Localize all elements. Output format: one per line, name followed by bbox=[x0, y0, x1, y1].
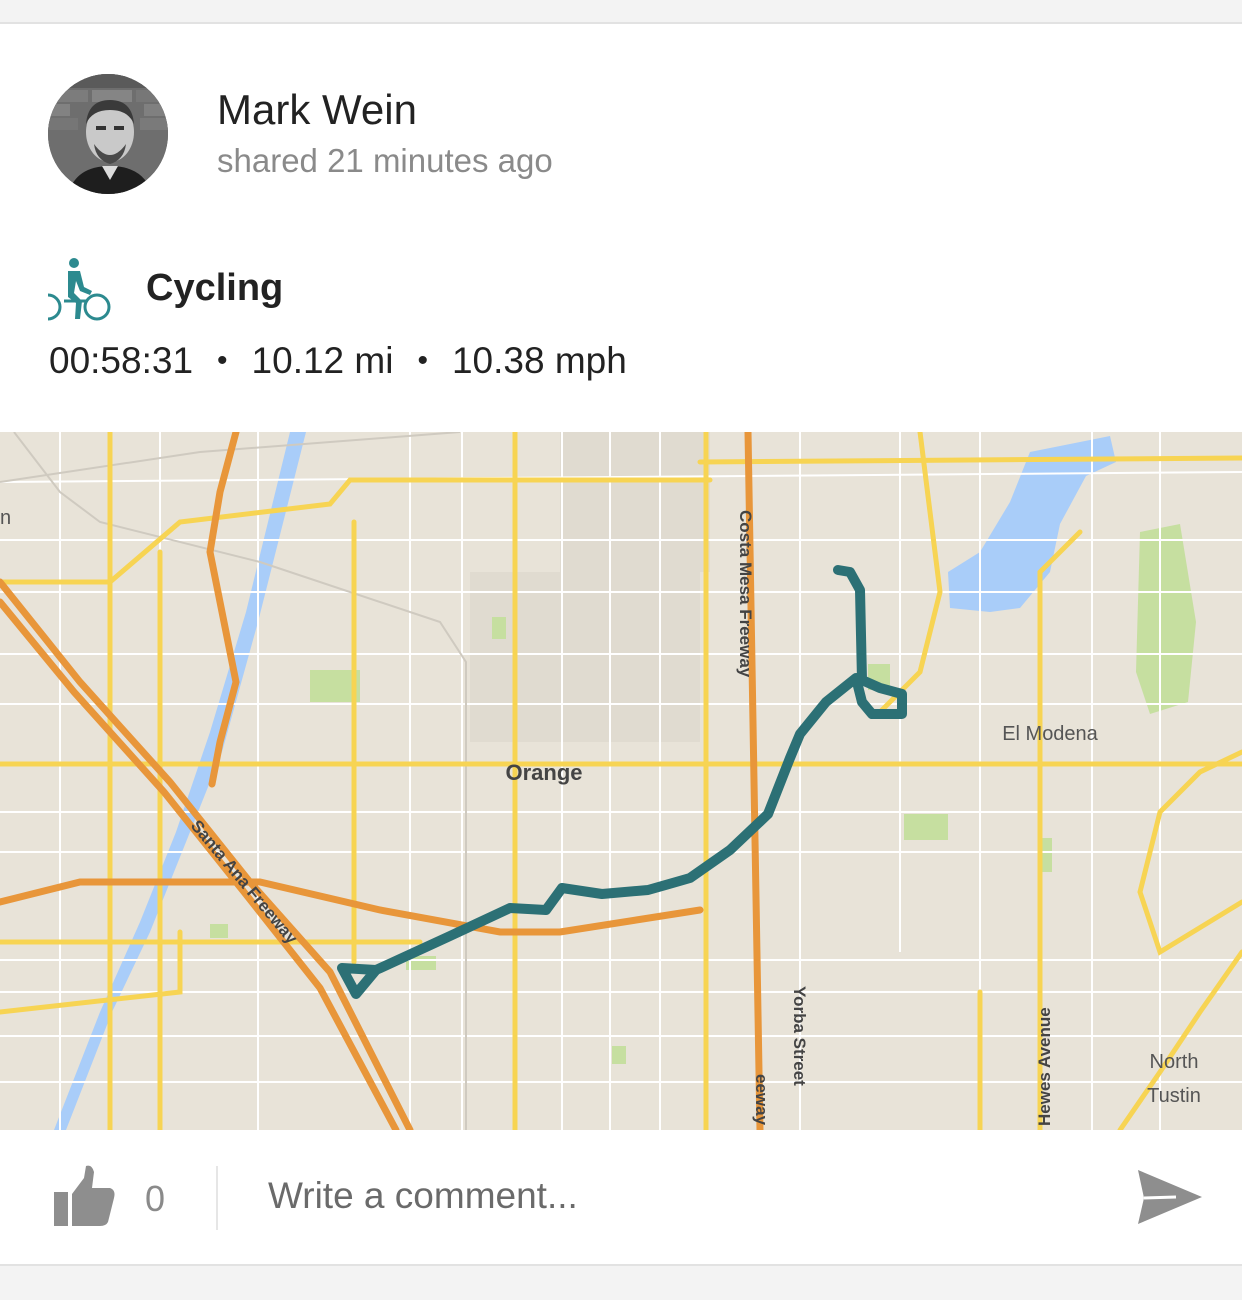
map-canvas: Orange El Modena North Tustin n Costa Me… bbox=[0, 432, 1242, 1130]
map-label-orange: Orange bbox=[505, 760, 582, 785]
map-label-costa-mesa-freeway: Costa Mesa Freeway bbox=[736, 510, 755, 678]
stat-separator: • bbox=[217, 344, 228, 377]
map-label-el-modena: El Modena bbox=[1002, 723, 1098, 745]
cycling-icon bbox=[47, 258, 111, 321]
duration-value: 00:58:31 bbox=[49, 340, 194, 381]
map-label-hewes-avenue: Hewes Avenue bbox=[1035, 1007, 1054, 1126]
map-label-yorba-street: Yorba Street bbox=[790, 986, 809, 1086]
map-label-costa-mesa-freeway-partial: eeway bbox=[752, 1074, 771, 1126]
post-footer: 0 bbox=[0, 1130, 1242, 1264]
footer-divider bbox=[216, 1166, 218, 1230]
map-label-tustin: Tustin bbox=[1147, 1085, 1201, 1107]
activity-stats: 00:58:31 • 10.12 mi • 10.38 mph bbox=[49, 340, 627, 382]
map-label-north: North bbox=[1150, 1051, 1199, 1073]
shared-timestamp: shared 21 minutes ago bbox=[217, 142, 553, 179]
speed-value: 10.38 mph bbox=[451, 340, 627, 381]
comment-input[interactable] bbox=[268, 1166, 1088, 1226]
author-name[interactable]: Mark Wein bbox=[217, 86, 417, 134]
activity-post-card: Mark Wein shared 21 minutes ago Cycling … bbox=[0, 22, 1242, 1266]
like-count: 0 bbox=[145, 1178, 166, 1219]
distance-value: 10.12 mi bbox=[251, 340, 394, 381]
map-label-edge: n bbox=[0, 507, 11, 529]
map-area-shade bbox=[560, 432, 710, 572]
activity-type: Cycling bbox=[146, 267, 284, 309]
send-icon[interactable] bbox=[1136, 1168, 1204, 1226]
avatar[interactable] bbox=[48, 74, 168, 194]
thumbs-up-icon[interactable] bbox=[50, 1164, 116, 1230]
map-area-shade bbox=[470, 572, 700, 742]
stat-separator: • bbox=[417, 344, 428, 377]
route-map[interactable]: Orange El Modena North Tustin n Costa Me… bbox=[0, 432, 1242, 1130]
author-photo bbox=[48, 74, 168, 194]
